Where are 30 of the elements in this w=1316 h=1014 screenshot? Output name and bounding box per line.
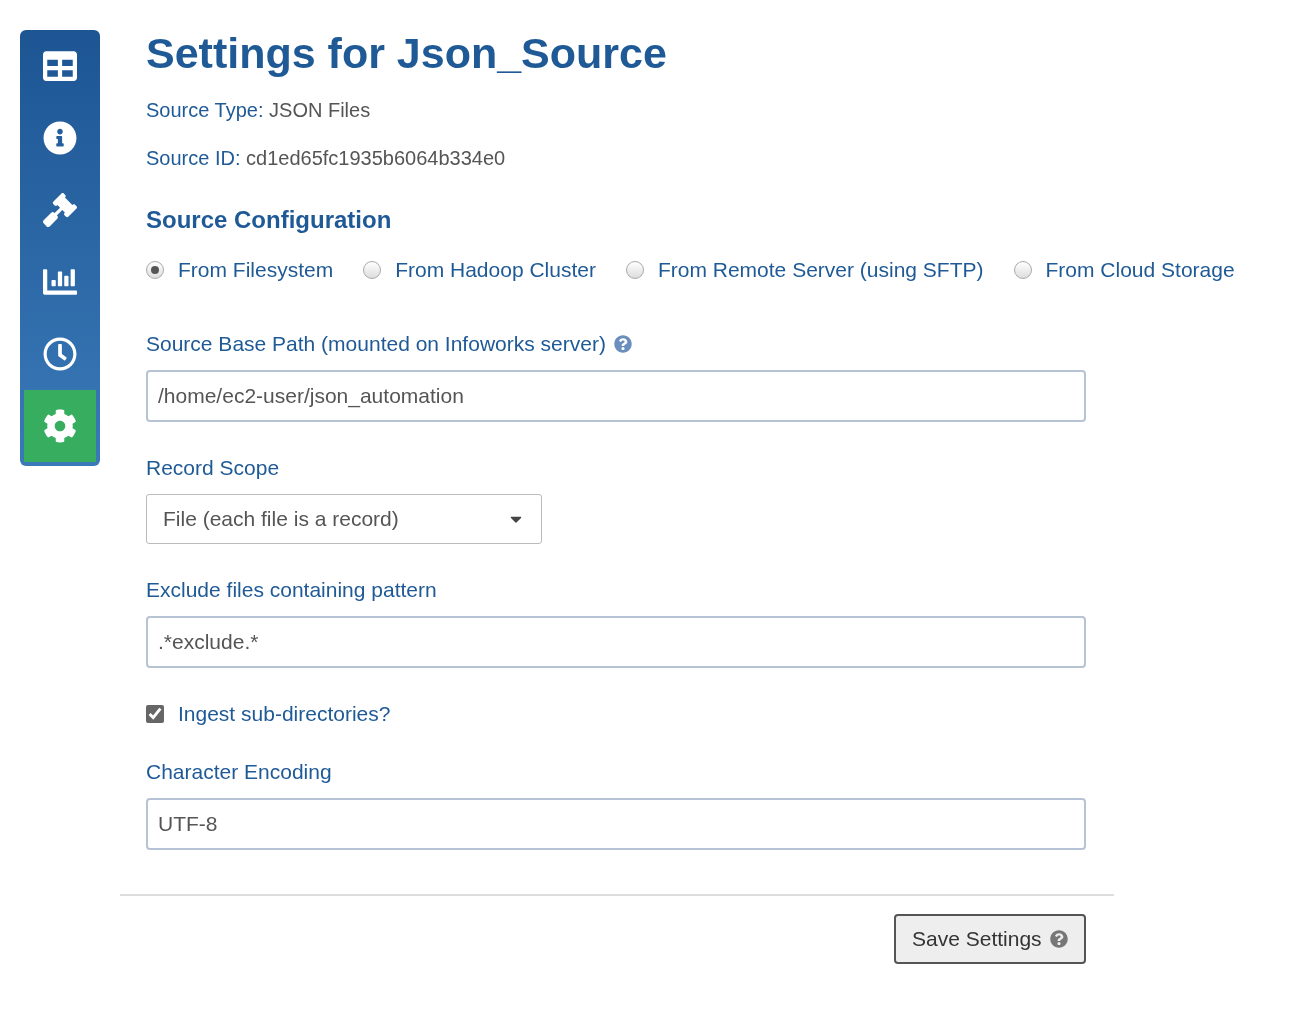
- radio-button[interactable]: [363, 261, 382, 279]
- field-label: Record Scope: [146, 456, 280, 480]
- save-button[interactable]: Save Settings: [894, 914, 1086, 964]
- radio-button[interactable]: [1013, 261, 1032, 279]
- checkbox[interactable]: [146, 705, 164, 723]
- radio-button[interactable]: [625, 261, 644, 279]
- radio-option[interactable]: From Cloud Storage: [1013, 258, 1235, 282]
- clock-icon: [43, 337, 77, 371]
- settings-icon: [43, 409, 77, 443]
- radio-option[interactable]: From Filesystem: [146, 258, 334, 282]
- input-field[interactable]: .*exclude.*: [146, 616, 1086, 668]
- page-title: Settings for Json_Source: [146, 30, 668, 76]
- input-field[interactable]: /home/ec2-user/json_automation: [146, 370, 1086, 422]
- field-label: Source Base Path (mounted on Infoworks server): [146, 332, 606, 356]
- radio-option[interactable]: From Remote Server (using SFTP): [625, 258, 984, 282]
- field-label: Exclude files containing pattern: [146, 578, 437, 602]
- help-icon[interactable]: [613, 335, 632, 353]
- radio-button[interactable]: [146, 261, 164, 279]
- checkbox-label: Ingest sub-directories?: [178, 702, 391, 726]
- select-field[interactable]: File (each file is a record): [146, 494, 542, 544]
- gavel-icon: [43, 193, 77, 227]
- info-icon: [43, 121, 77, 155]
- section-title: Source Configuration: [146, 206, 393, 234]
- meta-text: Source ID: cd1ed65fc1935b6064b334e0: [146, 146, 507, 170]
- radio-option[interactable]: From Hadoop Cluster: [363, 258, 596, 282]
- meta-text: Source Type: JSON Files: [146, 98, 372, 122]
- input-field[interactable]: UTF-8: [146, 798, 1086, 850]
- table-icon: [43, 49, 77, 83]
- field-label: Character Encoding: [146, 760, 332, 784]
- help-icon: [1049, 930, 1068, 948]
